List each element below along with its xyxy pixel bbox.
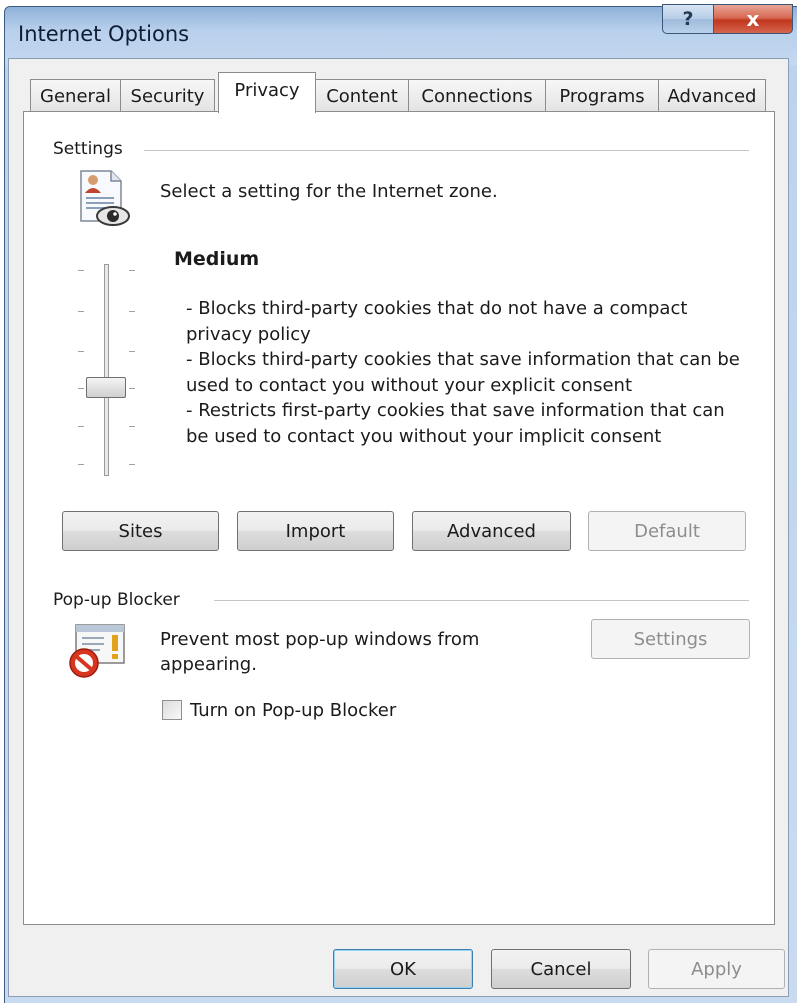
close-button[interactable]: x	[713, 4, 793, 34]
slider-tick	[78, 311, 84, 312]
slider-tick	[78, 351, 84, 352]
window-title: Internet Options	[18, 22, 190, 46]
popup-description: Prevent most pop-up windows from appeari…	[160, 629, 480, 675]
tab-advanced[interactable]: Advanced	[658, 79, 766, 112]
advanced-button[interactable]: Advanced	[412, 511, 571, 551]
cancel-button[interactable]: Cancel	[491, 949, 631, 989]
import-button[interactable]: Import	[237, 511, 394, 551]
privacy-level-title: Medium	[174, 248, 260, 270]
tab-general[interactable]: General	[30, 79, 121, 112]
settings-divider	[144, 150, 749, 151]
tab-privacy[interactable]: Privacy	[218, 72, 316, 113]
close-icon: x	[746, 7, 760, 31]
slider-tick	[129, 426, 135, 427]
popup-divider	[214, 600, 749, 601]
slider-thumb[interactable]	[86, 377, 126, 398]
popup-settings-button[interactable]: Settings	[591, 619, 750, 659]
help-icon: ?	[682, 8, 694, 30]
popup-group-label: Pop-up Blocker	[53, 590, 180, 610]
privacy-document-eye-icon	[73, 167, 135, 235]
popup-blocker-checkbox-label[interactable]: Turn on Pop-up Blocker	[190, 700, 396, 721]
sites-button[interactable]: Sites	[62, 511, 219, 551]
tab-connections[interactable]: Connections	[408, 79, 546, 112]
tab-content[interactable]: Content	[315, 79, 409, 112]
apply-button[interactable]: Apply	[648, 949, 785, 989]
ok-button[interactable]: OK	[333, 949, 473, 989]
help-button[interactable]: ?	[662, 4, 714, 34]
privacy-level-description: - Blocks third-party cookies that do not…	[186, 298, 740, 447]
slider-tick	[129, 311, 135, 312]
slider-tick	[78, 426, 84, 427]
slider-tick	[78, 270, 84, 271]
tab-programs[interactable]: Programs	[545, 79, 659, 112]
default-button[interactable]: Default	[588, 511, 746, 551]
popup-blocked-icon	[66, 621, 132, 685]
slider-tick	[129, 351, 135, 352]
slider-tick	[129, 464, 135, 465]
slider-track[interactable]	[104, 264, 109, 476]
slider-tick	[129, 388, 135, 389]
slider-tick	[78, 388, 84, 389]
popup-blocker-checkbox[interactable]	[162, 700, 182, 720]
settings-group-label: Settings	[53, 139, 123, 159]
zone-description: Select a setting for the Internet zone.	[160, 181, 498, 202]
tab-security[interactable]: Security	[120, 79, 215, 112]
slider-tick	[129, 270, 135, 271]
slider-tick	[78, 464, 84, 465]
